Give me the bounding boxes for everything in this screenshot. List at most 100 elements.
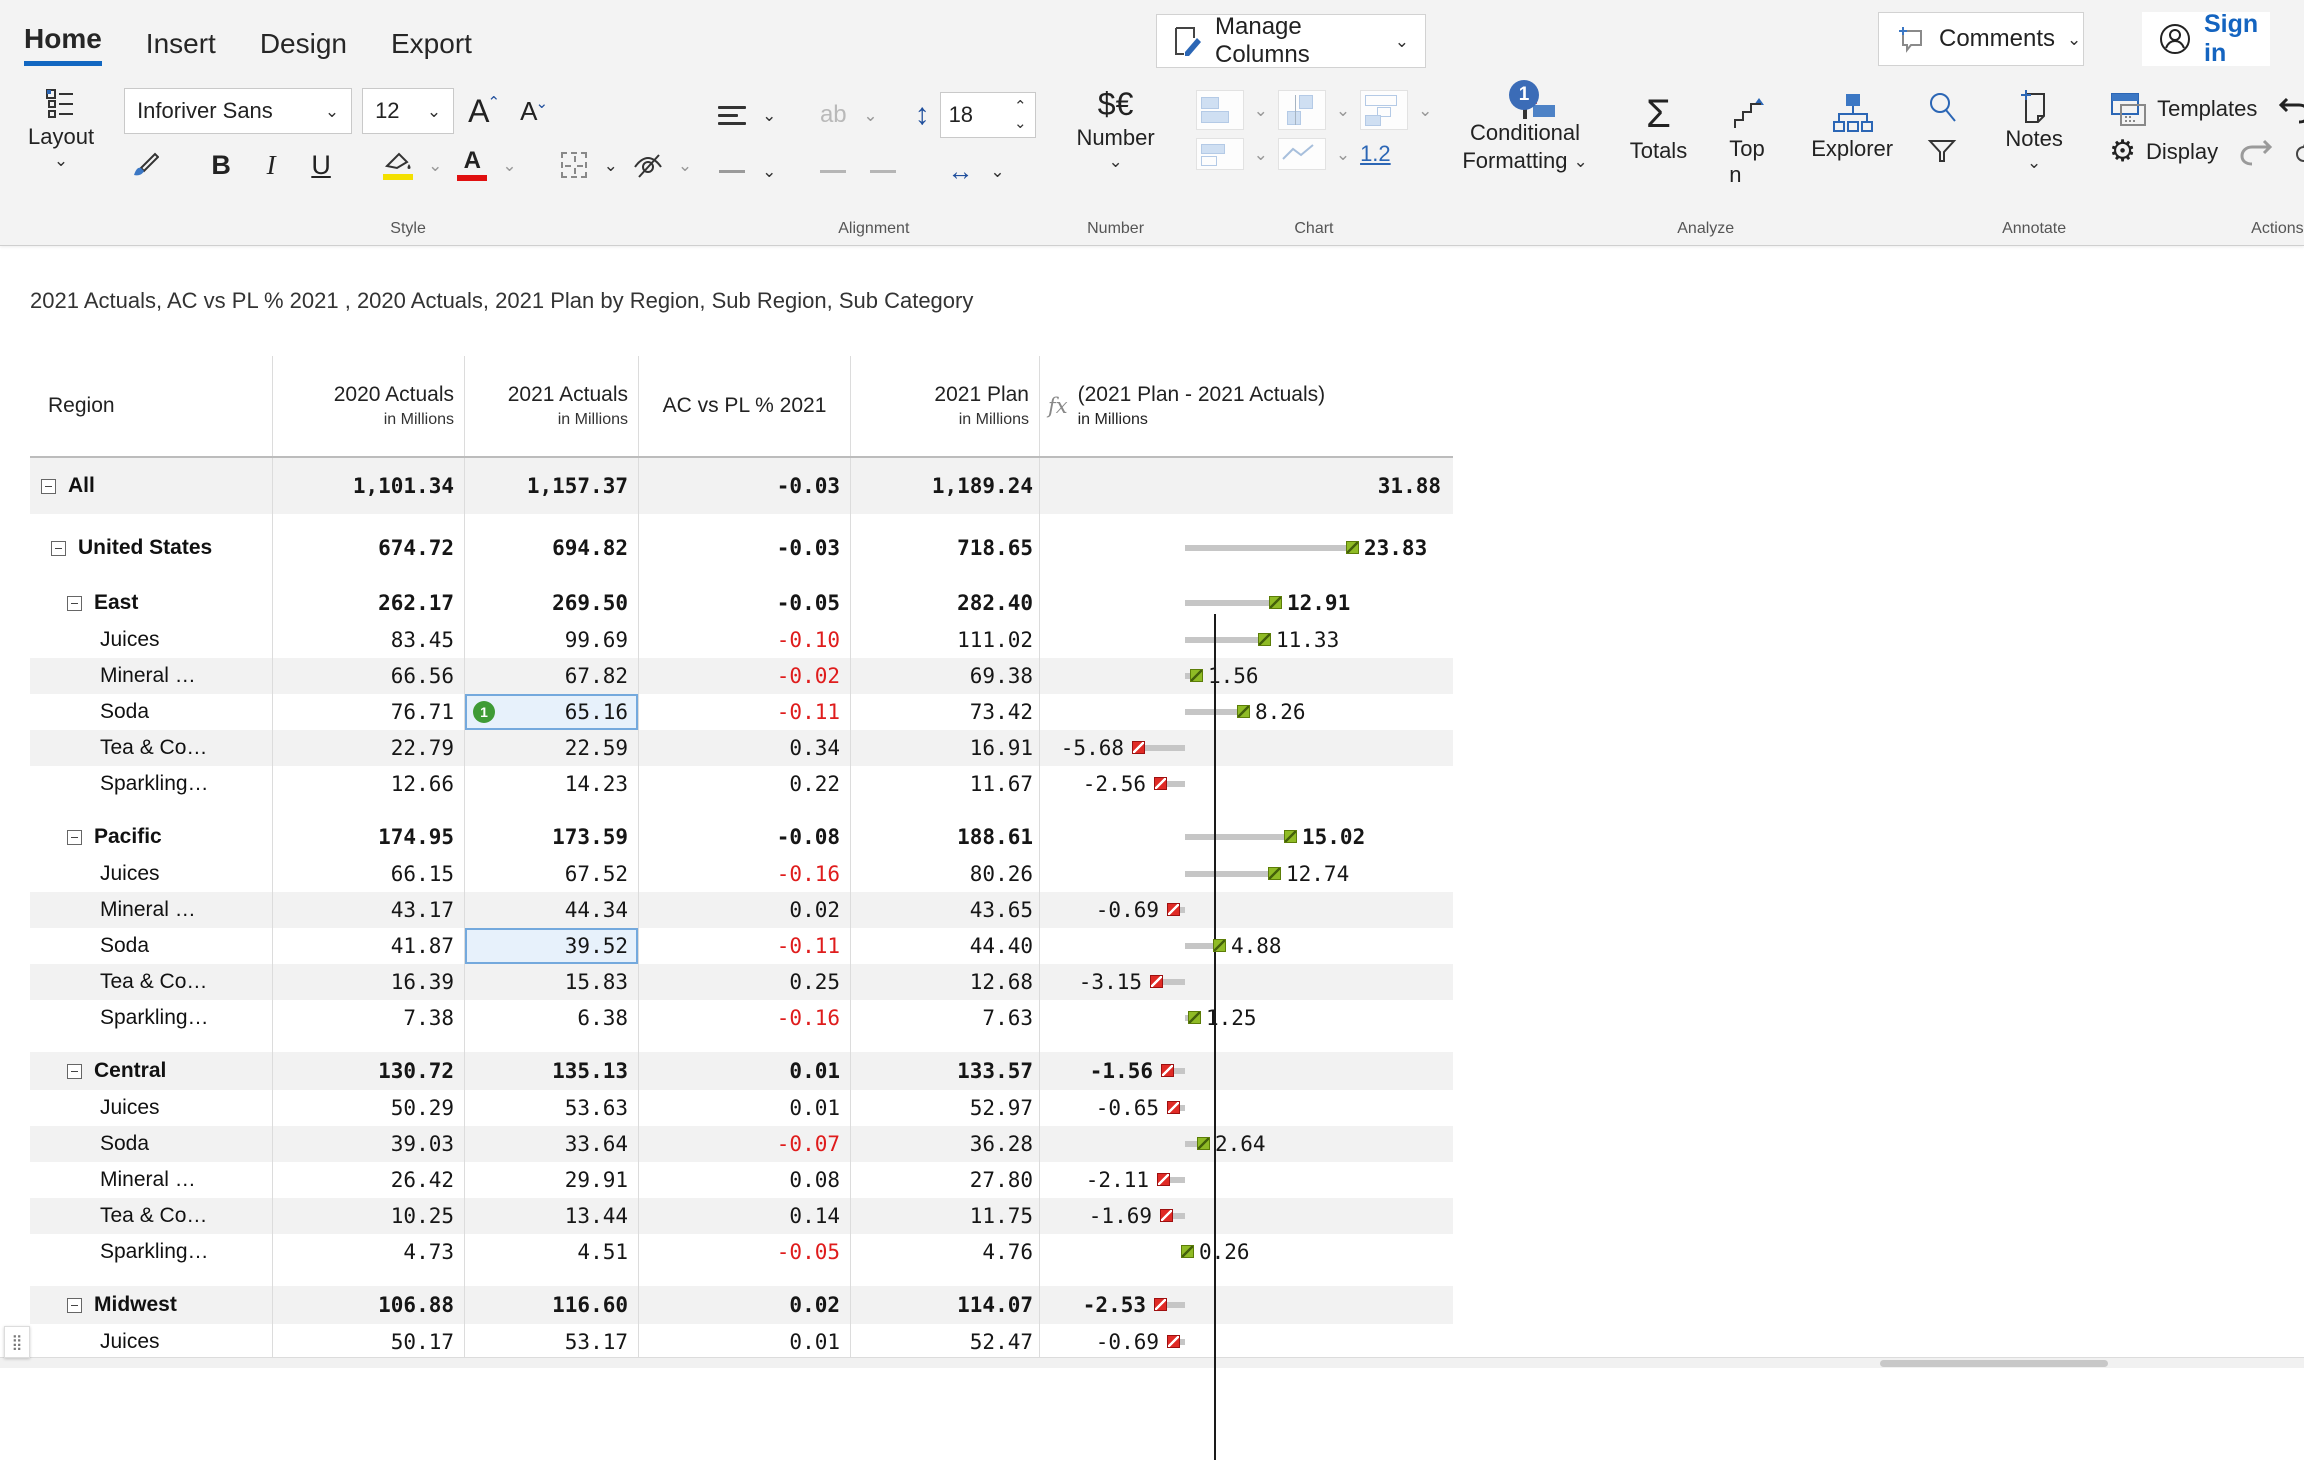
vertical-align-dropdown[interactable]: ⌄ (762, 163, 776, 180)
collapse-icon[interactable] (51, 541, 66, 556)
cell-2021-actuals[interactable]: 53.17 (465, 1324, 639, 1360)
cell-2021-actuals[interactable]: 14.23 (465, 766, 639, 802)
note-badge[interactable]: 1 (473, 701, 495, 723)
region-cell[interactable]: Mineral … (30, 658, 273, 694)
cell-2020-actuals[interactable]: 26.42 (273, 1162, 465, 1198)
table-row[interactable]: Juices50.2953.630.0152.97-0.65 (30, 1090, 1453, 1126)
region-cell[interactable]: Soda (30, 694, 273, 730)
chart-cell[interactable]: 12.91 (1040, 584, 1453, 622)
underline-button[interactable]: U (301, 144, 341, 186)
cell-2021-plan[interactable]: 73.42 (851, 694, 1040, 730)
font-name-select[interactable]: Inforiver Sans ⌄ (124, 88, 352, 134)
region-cell[interactable]: Tea & Co… (30, 1198, 273, 1234)
table-row[interactable]: Sparkling…7.386.38-0.167.631.25 (30, 1000, 1453, 1036)
column-header-region[interactable]: Region (30, 356, 273, 456)
table-row[interactable]: Soda39.0333.64-0.0736.282.64 (30, 1126, 1453, 1162)
cell-ac-vs-pl[interactable]: -0.02 (639, 658, 851, 694)
templates-button[interactable]: Templates (2109, 91, 2257, 127)
cell-2021-plan[interactable]: 114.07 (851, 1286, 1040, 1324)
table-row[interactable]: Mineral …26.4229.910.0827.80-2.11 (30, 1162, 1453, 1198)
horizontal-scrollbar[interactable] (0, 1357, 2304, 1368)
cell-ac-vs-pl[interactable]: 0.02 (639, 892, 851, 928)
chart-cell[interactable]: 4.88 (1040, 928, 1453, 964)
region-cell[interactable]: Soda (30, 928, 273, 964)
bold-button[interactable]: B (201, 144, 241, 186)
explorer-button[interactable]: Explorer (1801, 88, 1903, 166)
cell-2020-actuals[interactable]: 43.17 (273, 892, 465, 928)
display-button[interactable]: ⚙ Display (2109, 134, 2218, 169)
cell-ac-vs-pl[interactable]: -0.16 (639, 856, 851, 892)
manage-columns-button[interactable]: Manage Columns ⌄ (1156, 14, 1426, 68)
region-cell[interactable]: East (30, 584, 273, 622)
collapse-icon[interactable] (67, 1298, 82, 1313)
horizontal-scrollbar-thumb[interactable] (1880, 1360, 2108, 1367)
borders-button[interactable] (554, 144, 594, 186)
decimal-places-button[interactable]: 1.2 (1360, 141, 1391, 167)
cell-2021-plan[interactable]: 7.63 (851, 1000, 1040, 1036)
cell-2021-plan[interactable]: 16.91 (851, 730, 1040, 766)
wrap-text-button[interactable]: ab (813, 94, 853, 136)
row-height-input[interactable]: 18 ⌃⌄ (940, 92, 1036, 138)
cell-2020-actuals[interactable]: 130.72 (273, 1052, 465, 1090)
cell-ac-vs-pl[interactable]: -0.11 (639, 928, 851, 964)
region-cell[interactable]: All (30, 458, 273, 514)
cell-2020-actuals[interactable]: 66.56 (273, 658, 465, 694)
collapse-icon[interactable] (67, 830, 82, 845)
undo-button[interactable] (2277, 93, 2304, 125)
cell-2020-actuals[interactable]: 41.87 (273, 928, 465, 964)
cell-2021-plan[interactable]: 43.65 (851, 892, 1040, 928)
cell-ac-vs-pl[interactable]: -0.07 (639, 1126, 851, 1162)
collapse-icon[interactable] (41, 479, 56, 494)
chart-cell[interactable]: -3.15 (1040, 964, 1453, 1000)
chart-cell[interactable]: -0.65 (1040, 1090, 1453, 1126)
cell-2020-actuals[interactable]: 50.29 (273, 1090, 465, 1126)
cell-2021-actuals[interactable]: 67.52 (465, 856, 639, 892)
cell-2020-actuals[interactable]: 50.17 (273, 1324, 465, 1360)
cell-2021-actuals[interactable]: 694.82 (465, 528, 639, 568)
notes-button[interactable]: Notes ⌄ (1995, 82, 2072, 175)
chart-cell[interactable]: -2.11 (1040, 1162, 1453, 1198)
cell-2020-actuals[interactable]: 674.72 (273, 528, 465, 568)
column-header-formula[interactable]: fx (2021 Plan - 2021 Actuals) in Million… (1040, 356, 1453, 456)
tab-insert[interactable]: Insert (146, 28, 216, 66)
cell-2021-actuals[interactable]: 44.34 (465, 892, 639, 928)
cell-ac-vs-pl[interactable]: 0.01 (639, 1052, 851, 1090)
chart-cell[interactable]: 11.33 (1040, 622, 1453, 658)
number-format-button[interactable]: $€ Number ⌄ (1066, 82, 1164, 174)
cell-2021-actuals[interactable]: 173.59 (465, 818, 639, 856)
drag-handle[interactable]: ⣿ (4, 1326, 30, 1358)
region-cell[interactable]: Juices (30, 622, 273, 658)
cell-2020-actuals[interactable]: 174.95 (273, 818, 465, 856)
waterfall-chart-dropdown[interactable]: ⌄ (1336, 102, 1350, 119)
shrink-font-button[interactable]: A⌄ (514, 90, 554, 132)
cell-ac-vs-pl[interactable]: -0.10 (639, 622, 851, 658)
chart-cell[interactable]: 15.02 (1040, 818, 1453, 856)
chart-cell[interactable]: -0.69 (1040, 1324, 1453, 1360)
comments-button[interactable]: Comments ⌄ (1878, 12, 2084, 66)
table-row[interactable]: Sparkling…12.6614.230.2211.67-2.56 (30, 766, 1453, 802)
waterfall-chart-button[interactable] (1278, 90, 1326, 130)
cell-2020-actuals[interactable]: 7.38 (273, 1000, 465, 1036)
sparkline-button[interactable] (1278, 138, 1326, 170)
column-header-ac-vs-pl[interactable]: AC vs PL % 2021 (639, 356, 851, 456)
redo-button[interactable] (2238, 137, 2274, 167)
table-row[interactable]: Pacific174.95173.59-0.08188.6115.02 (30, 818, 1453, 856)
conditional-formatting-button[interactable]: 1 Conditional Formatting⌄ (1452, 88, 1597, 178)
cell-2021-plan[interactable]: 1,189.24 (851, 458, 1040, 514)
cell-ac-vs-pl[interactable]: -0.11 (639, 694, 851, 730)
cell-ac-vs-pl[interactable]: 0.34 (639, 730, 851, 766)
search-button[interactable] (1925, 90, 1959, 124)
cell-2021-actuals[interactable]: 1,157.37 (465, 458, 639, 514)
cell-2021-actuals[interactable]: 13.44 (465, 1198, 639, 1234)
table-row[interactable]: Mineral …43.1744.340.0243.65-0.69 (30, 892, 1453, 928)
cell-ac-vs-pl[interactable]: 0.01 (639, 1324, 851, 1360)
region-cell[interactable]: Midwest (30, 1286, 273, 1324)
layout-button[interactable]: Layout ⌄ (18, 82, 104, 173)
cell-2021-plan[interactable]: 11.67 (851, 766, 1040, 802)
cell-2021-actuals[interactable]: 22.59 (465, 730, 639, 766)
font-color-dropdown[interactable]: ⌄ (502, 157, 516, 174)
cell-2021-plan[interactable]: 282.40 (851, 584, 1040, 622)
cell-2021-plan[interactable]: 36.28 (851, 1126, 1040, 1162)
cell-2021-plan[interactable]: 52.47 (851, 1324, 1040, 1360)
cell-ac-vs-pl[interactable]: -0.08 (639, 818, 851, 856)
